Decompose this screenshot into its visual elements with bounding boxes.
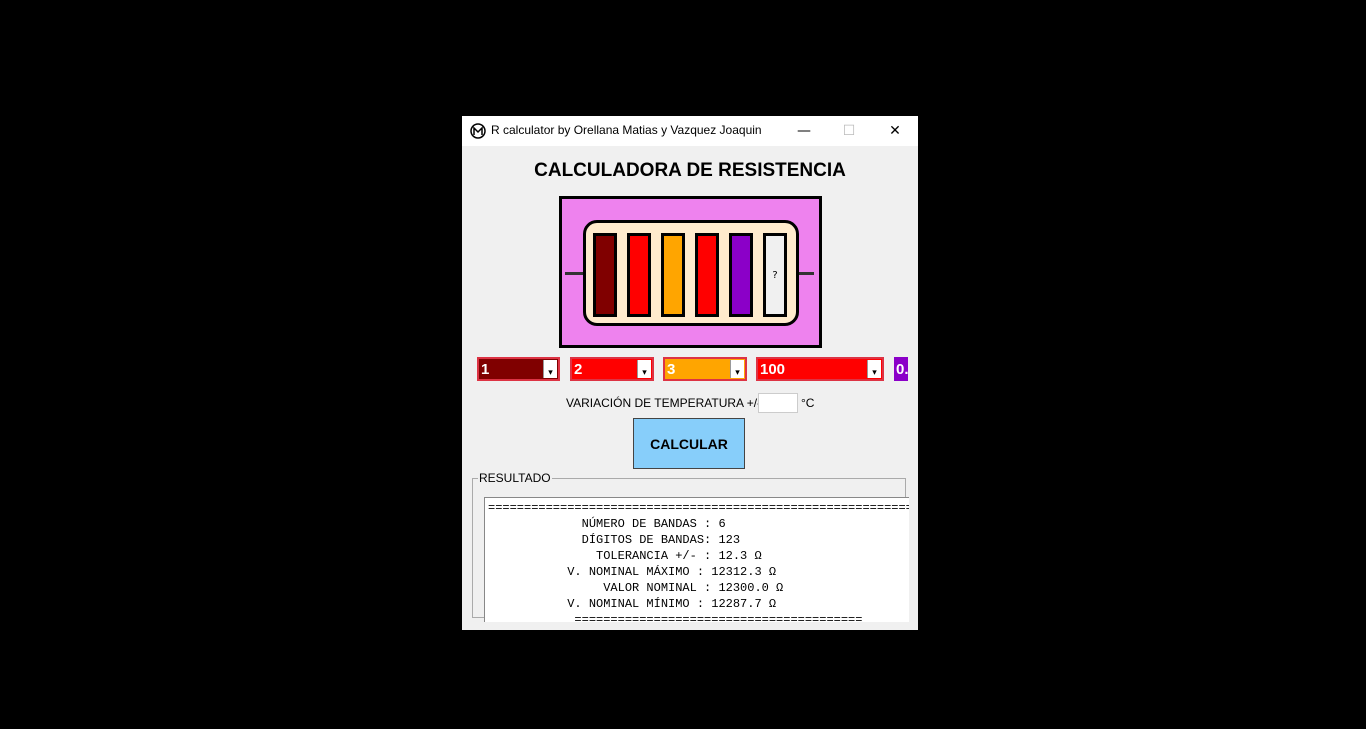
band-select-2[interactable]: 2 ▾ xyxy=(570,357,654,381)
color-band-6: ? xyxy=(763,233,787,317)
window-title: R calculator by Orellana Matias y Vazque… xyxy=(491,123,762,137)
band-select-value: 100 xyxy=(760,360,786,378)
band-select-value: 0. xyxy=(896,360,908,378)
page-title: CALCULADORA DE RESISTENCIA xyxy=(534,160,846,181)
title-bar[interactable]: R calculator by Orellana Matias y Vazque… xyxy=(462,116,918,146)
resistor-body: ? xyxy=(583,220,799,326)
color-band-1 xyxy=(593,233,617,317)
color-band-3 xyxy=(661,233,685,317)
calculate-button[interactable]: CALCULAR xyxy=(633,418,745,469)
dropdown-arrow-icon[interactable]: ▾ xyxy=(543,360,557,378)
app-logo-icon xyxy=(470,123,486,139)
close-button[interactable]: ✕ xyxy=(872,116,918,146)
maximize-button[interactable]: ☐ xyxy=(826,116,872,146)
dropdown-arrow-icon[interactable]: ▾ xyxy=(730,360,744,378)
result-group-label: RESULTADO xyxy=(478,471,552,485)
band-select-3[interactable]: 3 ▾ xyxy=(663,357,747,381)
dropdown-arrow-icon[interactable]: ▾ xyxy=(637,360,651,378)
band-select-4[interactable]: 100 ▾ xyxy=(756,357,884,381)
band-select-value: 3 xyxy=(667,360,676,378)
band-select-1[interactable]: 1 ▾ xyxy=(477,357,560,381)
color-band-5 xyxy=(729,233,753,317)
temperature-label: VARIACIÓN DE TEMPERATURA +/- : xyxy=(566,396,768,410)
result-text-area[interactable]: ========================================… xyxy=(484,497,909,622)
temperature-unit: °C xyxy=(801,396,815,410)
dropdown-arrow-icon[interactable]: ▾ xyxy=(867,360,881,378)
minimize-button[interactable]: — xyxy=(781,116,827,146)
color-band-4 xyxy=(695,233,719,317)
band-select-5[interactable]: 0. xyxy=(894,357,908,381)
result-text: ========================================… xyxy=(488,501,909,622)
band-select-value: 2 xyxy=(574,360,583,378)
band-select-value: 1 xyxy=(481,360,490,378)
color-band-2 xyxy=(627,233,651,317)
resistor-canvas: ? xyxy=(559,196,822,348)
app-window: R calculator by Orellana Matias y Vazque… xyxy=(462,116,918,630)
temperature-input[interactable] xyxy=(758,393,798,413)
resistor-lead-left xyxy=(565,272,583,275)
